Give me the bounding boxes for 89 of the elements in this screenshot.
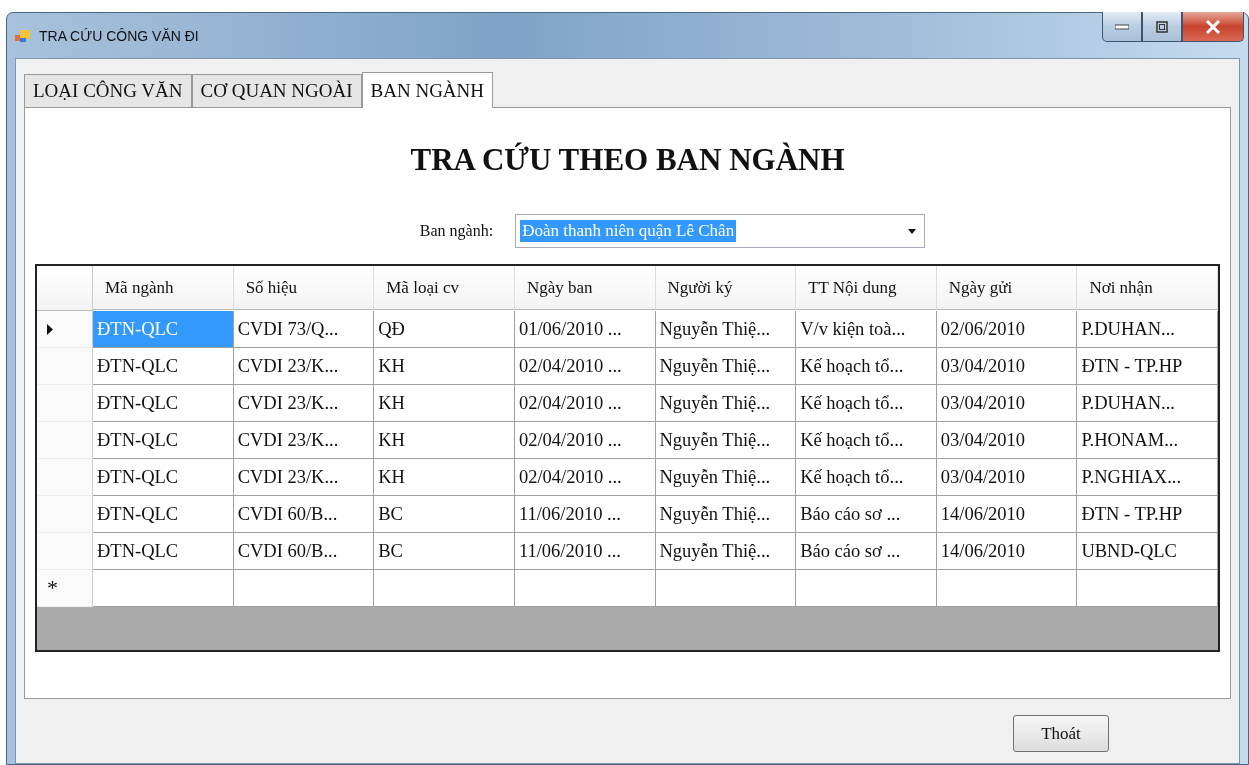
column-header[interactable]: Ngày ban [514, 266, 656, 310]
caret-icon [908, 228, 917, 234]
table-cell: P.DUHAN... [1077, 385, 1218, 422]
column-header[interactable]: Mã loại cv [374, 266, 515, 310]
table-cell: P.HONAM... [1077, 422, 1218, 459]
table-cell: 02/04/2010 ... [514, 348, 656, 385]
table-cell: 02/06/2010 [936, 311, 1078, 348]
table-cell: Nguyễn Thiệ... [655, 533, 797, 570]
close-icon [1205, 19, 1221, 34]
column-header[interactable]: TT Nội dung [796, 266, 937, 310]
table-cell: ĐTN-QLC [93, 311, 234, 348]
row-header[interactable] [37, 385, 93, 422]
table-cell: 14/06/2010 [936, 533, 1078, 570]
table-cell: CVDI 23/K... [233, 385, 375, 422]
row-header[interactable] [37, 459, 93, 496]
tab[interactable]: CƠ QUAN NGOÀI [191, 74, 362, 107]
table-cell: Kế hoạch tổ... [796, 348, 937, 385]
table-cell: 02/04/2010 ... [514, 422, 656, 459]
table-cell: P.DUHAN... [1077, 311, 1218, 348]
table-cell: Nguyễn Thiệ... [655, 496, 797, 533]
tab[interactable]: BAN NGÀNH [361, 72, 494, 108]
row-header[interactable] [37, 533, 93, 570]
table-cell: ĐTN-QLC [93, 422, 234, 459]
table-cell: CVDI 23/K... [233, 422, 375, 459]
row-header[interactable] [37, 422, 93, 459]
table-cell: 03/04/2010 [936, 459, 1078, 496]
tab[interactable]: LOẠI CÔNG VĂN [24, 74, 192, 107]
table-cell: UBND-QLC [1077, 533, 1218, 570]
table-cell: P.NGHIAX... [1077, 459, 1218, 496]
table-cell: Nguyễn Thiệ... [655, 422, 797, 459]
column-header[interactable]: Mã ngành [93, 266, 234, 310]
table-cell: ĐTN-QLC [93, 385, 234, 422]
table-cell: Báo cáo sơ ... [796, 533, 937, 570]
table-cell: KH [374, 422, 515, 459]
table-cell: BC [374, 533, 515, 570]
table-cell: V/v kiện toà... [796, 311, 937, 348]
column-header[interactable]: Số hiệu [233, 266, 375, 310]
table-cell: CVDI 73/Q... [233, 311, 375, 348]
table-cell: ĐTN-QLC [93, 533, 234, 570]
close-button[interactable] [1182, 12, 1244, 42]
table-cell: Nguyễn Thiệ... [655, 311, 797, 348]
new-row-header[interactable]: * [37, 570, 93, 607]
table-cell: KH [374, 348, 515, 385]
table-cell: Kế hoạch tổ... [796, 385, 937, 422]
table-cell: ĐTN - TP.HP [1077, 348, 1218, 385]
page-heading: TRA CỨU THEO BAN NGÀNH [410, 142, 845, 178]
table-cell: 01/06/2010 ... [514, 311, 656, 348]
window-title: TRA CỨU CÔNG VĂN ĐI [39, 27, 199, 44]
minimize-icon [1115, 23, 1129, 30]
table-cell: QĐ [374, 311, 515, 348]
table-cell: ĐTN-QLC [93, 496, 234, 533]
table-cell: 14/06/2010 [936, 496, 1078, 533]
row-header[interactable] [37, 311, 93, 348]
table-cell: CVDI 23/K... [233, 459, 375, 496]
table-cell: CVDI 23/K... [233, 348, 375, 385]
grid-corner [37, 266, 93, 311]
table-cell: Nguyễn Thiệ... [655, 348, 797, 385]
row-header[interactable] [37, 348, 93, 385]
table-cell: KH [374, 459, 515, 496]
table-cell: Nguyễn Thiệ... [655, 385, 797, 422]
table-cell: 11/06/2010 ... [514, 533, 656, 570]
table-cell: ĐTN - TP.HP [1077, 496, 1218, 533]
table-cell: CVDI 60/B... [233, 533, 375, 570]
table-cell: 03/04/2010 [936, 422, 1078, 459]
table-cell: 02/04/2010 ... [514, 385, 656, 422]
exit-button[interactable]: Thoát [1013, 715, 1109, 752]
table-cell: Kế hoạch tổ... [796, 459, 937, 496]
table-cell: ĐTN-QLC [93, 459, 234, 496]
table-cell: CVDI 60/B... [233, 496, 375, 533]
column-header[interactable]: Nơi nhận [1077, 266, 1218, 310]
table-cell: Nguyễn Thiệ... [655, 459, 797, 496]
table-cell: 03/04/2010 [936, 385, 1078, 422]
app-icon [15, 28, 31, 43]
table-cell: 03/04/2010 [936, 348, 1078, 385]
table-cell: 02/04/2010 ... [514, 459, 656, 496]
table-cell: ĐTN-QLC [93, 348, 234, 385]
table-cell: BC [374, 496, 515, 533]
table-cell: KH [374, 385, 515, 422]
column-header[interactable]: Ngày gửi [936, 266, 1078, 310]
filter-label: Ban ngành: [419, 222, 494, 240]
minimize-button[interactable] [1102, 12, 1142, 42]
current-row-icon [47, 323, 53, 335]
table-cell: Kế hoạch tổ... [796, 422, 937, 459]
table-cell: 11/06/2010 ... [514, 496, 656, 533]
row-header[interactable] [37, 496, 93, 533]
maximize-button[interactable] [1142, 12, 1182, 42]
maximize-icon [1156, 20, 1168, 33]
column-header[interactable]: Người ký [655, 266, 797, 310]
table-cell: Báo cáo sơ ... [796, 496, 937, 533]
